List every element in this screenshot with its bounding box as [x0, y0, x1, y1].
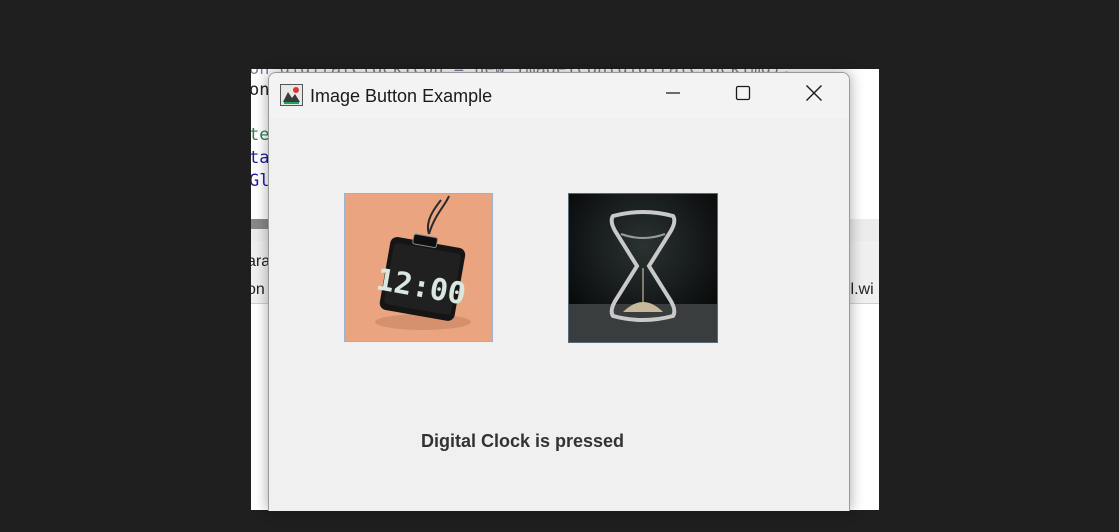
panel-text: ll.wi — [847, 281, 874, 298]
code-line: Gl — [251, 171, 270, 191]
hourglass-image — [569, 194, 717, 342]
digital-clock-image: 12:00 — [345, 194, 492, 341]
app-window: Image Button Example 12:00 Digital Clock… — [268, 72, 850, 511]
minimize-icon — [665, 85, 681, 106]
code-line: ta — [251, 148, 270, 168]
hourglass-button[interactable] — [568, 193, 718, 343]
maximize-button[interactable] — [708, 73, 778, 118]
title-bar[interactable]: Image Button Example — [269, 73, 849, 118]
close-button[interactable] — [779, 73, 849, 118]
digital-clock-button[interactable]: 12:00 — [344, 193, 493, 342]
window-title: Image Button Example — [310, 86, 493, 106]
panel-text: on — [251, 281, 265, 298]
minimize-button[interactable] — [638, 73, 708, 118]
close-icon — [805, 84, 823, 107]
status-label: Digital Clock is pressed — [420, 431, 625, 451]
java-app-icon — [280, 84, 303, 106]
code-line: te — [251, 125, 270, 145]
maximize-icon — [735, 85, 751, 106]
code-line: on — [251, 80, 270, 100]
